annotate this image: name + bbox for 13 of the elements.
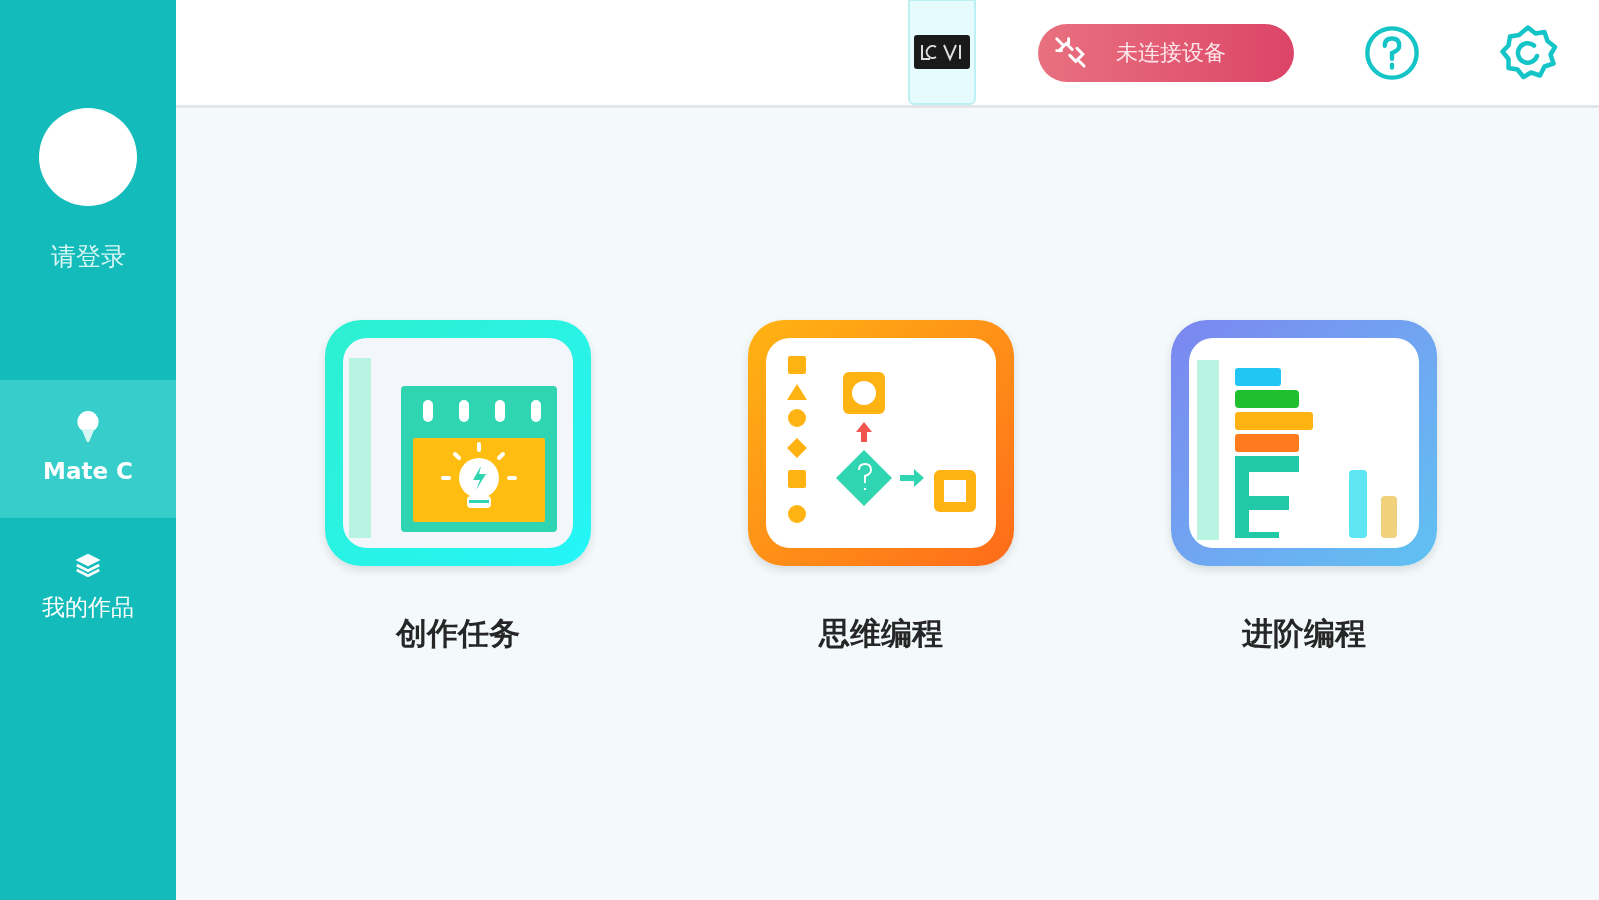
card-label: 思维编程 xyxy=(818,614,943,653)
mode-card[interactable] xyxy=(1170,320,1437,566)
login-link[interactable]: 请登录 xyxy=(50,238,126,276)
display-button[interactable] xyxy=(908,0,976,105)
connection-button[interactable]: 未连接设备 xyxy=(1038,23,1294,82)
mode-card[interactable] xyxy=(747,320,1014,566)
card-label: 创作任务 xyxy=(395,614,520,653)
help-icon xyxy=(1363,23,1421,82)
sidebar-item[interactable]: Mate C xyxy=(0,380,176,518)
card-label: 进阶编程 xyxy=(1241,614,1366,653)
lightbulb-icon xyxy=(75,409,101,444)
mode-card[interactable] xyxy=(324,320,591,566)
screen-icon xyxy=(914,34,970,69)
